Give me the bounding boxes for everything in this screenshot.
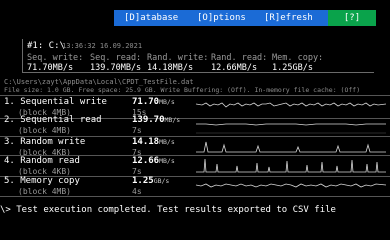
header-seq-read: Seq. read: bbox=[90, 53, 142, 63]
header-mem-copy: Mem. copy: bbox=[272, 53, 324, 63]
menu-refresh-label: efresh bbox=[280, 13, 313, 23]
test-value-unit: GB/s bbox=[153, 177, 170, 185]
test-value-number: 14.18 bbox=[132, 137, 160, 147]
graph-mem-copy bbox=[195, 183, 387, 188]
test-name: 4. Random read bbox=[4, 156, 80, 166]
menu-options-label: ptions bbox=[213, 13, 246, 23]
test-value-number: 71.70 bbox=[132, 97, 160, 107]
help-button[interactable]: [?] bbox=[328, 10, 376, 26]
test-value: 12.66MB/s bbox=[132, 156, 175, 166]
value-mem-copy: 1.25GB/s bbox=[272, 63, 313, 73]
menu-database[interactable]: [D]atabase bbox=[124, 12, 178, 25]
summary-box-bottom-border bbox=[22, 72, 374, 73]
test-value-number: 12.66 bbox=[132, 156, 160, 166]
separator bbox=[0, 95, 390, 96]
menu-refresh-key: [R] bbox=[264, 13, 281, 23]
test-value: 139.70MB/s bbox=[132, 115, 180, 125]
separator bbox=[0, 196, 390, 197]
file-path: C:\Users\zayt\AppData\Local\CPDT_TestFil… bbox=[4, 78, 194, 86]
test-name: 5. Memory copy bbox=[4, 176, 80, 186]
header-rand-write: Rand. write: bbox=[147, 53, 209, 63]
menu-refresh[interactable]: [R]efresh bbox=[264, 12, 313, 25]
test-duration: 4s bbox=[132, 187, 142, 196]
summary-box-left-border bbox=[22, 39, 23, 73]
test-duration: 7s bbox=[132, 167, 142, 176]
test-value-unit: MB/s bbox=[164, 116, 181, 124]
graph-seq-read bbox=[196, 123, 386, 134]
test-name: 1. Sequential write bbox=[4, 97, 107, 107]
file-info: File size: 1.0 GB. Free space: 25.9 GB. … bbox=[4, 86, 361, 94]
summary-datetime: 13:36:32 16.09.2021 bbox=[62, 42, 143, 50]
header-seq-write: Seq. write: bbox=[27, 53, 84, 63]
value-seq-write: 71.70MB/s bbox=[27, 63, 74, 73]
test-value-unit: MB/s bbox=[159, 98, 175, 106]
test-block-size: (block 4MB) bbox=[18, 126, 71, 135]
test-name: 3. Random write bbox=[4, 137, 86, 147]
test-name: 2. Sequential read bbox=[4, 115, 102, 125]
menu-options-key: [O] bbox=[197, 13, 214, 23]
test-value: 14.18MB/s bbox=[132, 137, 175, 147]
test-value-number: 1.25 bbox=[132, 176, 154, 186]
test-value-unit: MB/s bbox=[159, 138, 175, 146]
test-block-size: (block 4KB) bbox=[18, 167, 71, 176]
value-seq-read: 139.70MB/s bbox=[90, 63, 142, 73]
menu-database-key: [D] bbox=[124, 13, 141, 23]
test-duration: 7s bbox=[132, 126, 142, 135]
menu-options[interactable]: [O]ptions bbox=[197, 12, 246, 25]
test-value: 1.25GB/s bbox=[132, 176, 169, 186]
graph-rand-write bbox=[196, 141, 386, 153]
value-rand-read: 12.66MB/s bbox=[211, 63, 258, 73]
graph-rand-read bbox=[196, 158, 386, 173]
value-rand-write: 14.18MB/s bbox=[147, 63, 194, 73]
graph-seq-write bbox=[195, 102, 387, 108]
test-value-number: 139.70 bbox=[132, 115, 165, 125]
menu-database-label: atabase bbox=[140, 13, 179, 23]
status-message: \> Test execution completed. Test result… bbox=[0, 205, 336, 215]
test-block-size: (block 4MB) bbox=[18, 187, 71, 196]
test-value: 71.70MB/s bbox=[132, 97, 175, 107]
header-rand-read: Rand. read: bbox=[211, 53, 268, 63]
drive-id: #1: C:\ bbox=[27, 41, 65, 51]
test-value-unit: MB/s bbox=[159, 157, 175, 165]
